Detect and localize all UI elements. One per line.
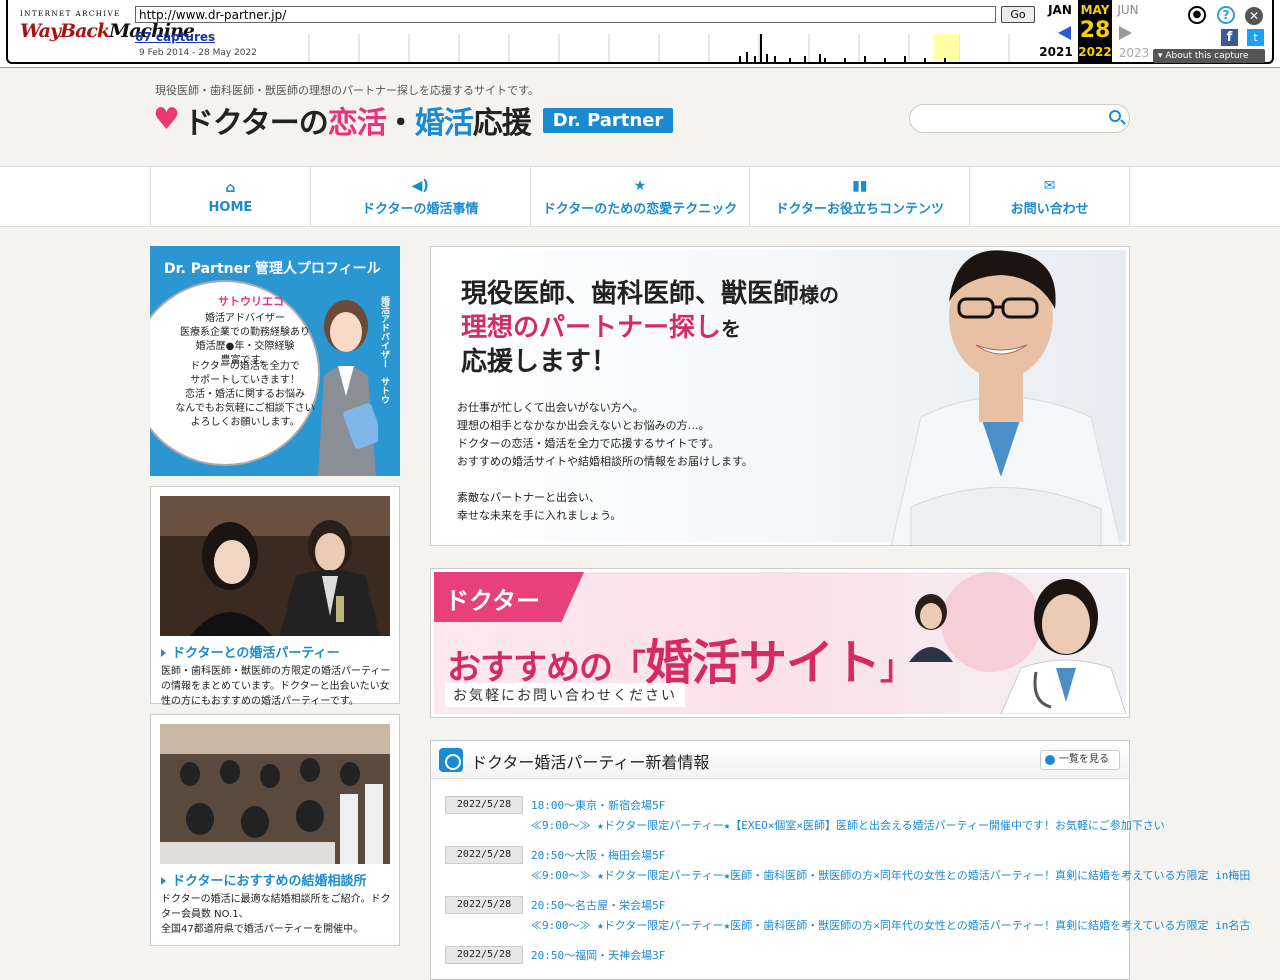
megaphone-icon: ◀)	[411, 177, 429, 194]
month-prev[interactable]: JAN	[1040, 3, 1080, 17]
news-venue-link[interactable]: 18:00～東京・新宿会場5F	[531, 797, 665, 813]
site-logo[interactable]: ♥ ドクターの恋活・婚活応援 Dr. Partner	[153, 100, 674, 141]
advisor-illustration	[318, 300, 378, 476]
profile-line: ドクターの婚活を全力で	[190, 361, 300, 372]
facebook-icon[interactable]: f	[1221, 29, 1238, 46]
capture-range: 9 Feb 2014 - 28 May 2022	[139, 48, 257, 58]
logo-badge: Dr. Partner	[542, 107, 674, 133]
search-input[interactable]	[918, 105, 1108, 132]
news-header: ドクター婚活パーティー新着情報 一覧を見る	[431, 741, 1129, 779]
profile-name: サトウリエコ	[218, 295, 284, 308]
profile-line: よろしくお願いします。	[190, 417, 300, 428]
news-badge-icon	[439, 748, 463, 772]
news-more-button[interactable]: 一覧を見る	[1040, 750, 1120, 770]
party-photo	[160, 496, 390, 636]
hero-paragraph-1: お仕事が忙しくて出会いがない方へ。 理想の相手となかなか出会えないとお悩みの方…。…	[457, 401, 753, 468]
agency-event-photo	[160, 724, 390, 864]
nav-label: お問い合わせ	[1010, 201, 1089, 217]
profile-title: Dr. Partner 管理人プロフィール	[164, 261, 381, 277]
profile-line: 婚活歴●年・交際経験	[195, 341, 295, 352]
party-news-box: ドクター婚活パーティー新着情報 一覧を見る 2022/5/28 18:00～東京…	[430, 740, 1250, 980]
mail-icon: ✉	[1043, 177, 1056, 194]
year-next[interactable]: 2023	[1114, 46, 1154, 60]
wayback-logo-main: WayBack	[20, 20, 110, 42]
profile-line: 婚活アドバイザー	[205, 313, 285, 324]
global-nav: ⌂ HOME ◀) ドクターの婚活事情 ★ ドクターのための恋愛テクニック ▮▮…	[0, 166, 1280, 227]
news-venue-link[interactable]: 20:50～福岡・天神会場3F	[531, 947, 665, 963]
capture-sparkline[interactable]	[284, 34, 1034, 62]
next-capture-arrow-icon[interactable]	[1119, 26, 1132, 40]
news-date: 2022/5/28	[445, 796, 523, 814]
profile-vertical-label: 婚活アドバイザー サトウ	[379, 296, 389, 404]
recommended-site-banner[interactable]: ドクター おすすめの「婚活サイト」 お気軽にお問い合わせください	[430, 568, 1130, 718]
banner-subtext: お気軽にお問い合わせください	[445, 683, 685, 707]
party-card[interactable]: ドクターとの婚活パーティー 医師・歯科医師・獣医師の方限定の婚活パーティーの情報…	[150, 486, 400, 707]
wayback-logo-top: INTERNET ARCHIVE	[20, 10, 121, 18]
help-icon[interactable]: ?	[1217, 6, 1235, 24]
heart-pulse-icon: ♥	[153, 102, 180, 137]
nav-label: ドクターお役立ちコンテンツ	[775, 201, 945, 217]
news-detail-link[interactable]: ≪9:00～≫ ★ドクター限定パーティー★医師・歯科医師・獣医師の方×同年代の女…	[531, 917, 1250, 933]
news-venue-link[interactable]: 20:50～大阪・梅田会場5F	[531, 847, 665, 863]
nav-renai-technique[interactable]: ★ ドクターのための恋愛テクニック	[531, 167, 751, 227]
year-current: 2022	[1078, 45, 1112, 59]
wayback-go-button[interactable]: Go	[1001, 6, 1035, 23]
news-detail-link[interactable]: ≪9:00～≫ ★ドクター限定パーティー★【EXEO×個室×医師】医師と出会える…	[531, 817, 1165, 833]
prev-capture-arrow-icon[interactable]	[1058, 26, 1071, 40]
party-card-title[interactable]: ドクターとの婚活パーティー	[161, 642, 340, 661]
home-icon: ⌂	[225, 179, 236, 196]
wayback-toolbar: INTERNET ARCHIVE WayBackMachine Go 67 ca…	[0, 0, 1280, 68]
banner-tag-text: ドクター	[445, 586, 541, 615]
about-capture-label: About this capture	[1165, 51, 1249, 61]
capture-day: 28	[1079, 18, 1111, 43]
star-icon: ★	[633, 177, 647, 194]
captures-link[interactable]: 67 captures	[135, 30, 215, 44]
party-card-text: 医師・歯科医師・獣医師の方限定の婚活パーティーの情報をまとめています。ドクターと…	[161, 666, 391, 707]
search-box	[909, 104, 1130, 133]
news-date: 2022/5/28	[445, 846, 523, 864]
user-icon[interactable]: ●	[1188, 6, 1206, 24]
banner-people-illustration	[909, 572, 1126, 714]
hero-headline-1: 現役医師、歯科医師、獣医師様の	[461, 279, 840, 309]
hero-banner: 現役医師、歯科医師、獣医師様の 理想のパートナー探しを 応援します！ お仕事が忙…	[430, 246, 1130, 546]
admin-profile-banner[interactable]: Dr. Partner 管理人プロフィール サトウリエコ 婚活アドバイザー 医療…	[150, 246, 400, 476]
news-date: 2022/5/28	[445, 946, 523, 964]
book-icon: ▮▮	[852, 177, 868, 194]
logo-text: ドクターの恋活・婚活応援	[183, 106, 532, 141]
close-icon[interactable]: ✕	[1245, 7, 1263, 25]
nav-contact[interactable]: ✉ お問い合わせ	[970, 167, 1131, 227]
nav-konkatsu-jijo[interactable]: ◀) ドクターの婚活事情	[311, 167, 531, 227]
year-prev[interactable]: 2021	[1036, 45, 1076, 59]
twitter-icon[interactable]: t	[1247, 29, 1264, 46]
news-detail-link[interactable]: ≪9:00～≫ ★ドクター限定パーティー★医師・歯科医師・獣医師の方×同年代の女…	[531, 867, 1250, 883]
month-next[interactable]: JUN	[1108, 3, 1148, 17]
news-title: ドクター婚活パーティー新着情報	[471, 753, 710, 772]
about-capture-button[interactable]: ▾ About this capture	[1153, 49, 1265, 63]
site-tagline: 現役医師・歯科医師・獣医師の理想のパートナー探しを応援するサイトです。	[155, 84, 539, 97]
news-date: 2022/5/28	[445, 896, 523, 914]
profile-line: 恋活・婚活に関するお悩み	[185, 389, 305, 400]
hero-headline-3: 応援します！	[461, 347, 618, 377]
agency-card-text: ドクターの婚活に最適な結婚相談所をご紹介。ドクター会員数 NO.1、 全国47都道…	[161, 894, 391, 935]
search-icon[interactable]	[1109, 110, 1121, 122]
agency-card-title[interactable]: ドクターにおすすめの結婚相談所	[161, 870, 366, 889]
nav-useful-contents[interactable]: ▮▮ ドクターお役立ちコンテンツ	[750, 167, 971, 227]
nav-label: HOME	[208, 199, 253, 215]
marriage-agency-card[interactable]: ドクターにおすすめの結婚相談所 ドクターの婚活に最適な結婚相談所をご紹介。ドクタ…	[150, 714, 400, 946]
profile-line: なんでもお気軽にご相談下さい	[175, 403, 315, 414]
nav-home[interactable]: ⌂ HOME	[151, 167, 311, 227]
news-venue-link[interactable]: 20:50～名古屋・栄会場5F	[531, 897, 665, 913]
hero-paragraph-2: 素敵なパートナーと出会い、 幸せな未来を手に入れましょう。	[457, 491, 622, 522]
hero-headline-2: 理想のパートナー探しを	[461, 313, 742, 343]
nav-label: ドクターの婚活事情	[361, 201, 479, 217]
nav-label: ドクターのための恋愛テクニック	[542, 201, 738, 217]
wayback-url-input[interactable]	[135, 6, 996, 23]
profile-line: 医療系企業での勤務経験あり	[180, 327, 310, 338]
profile-line: サポートしていきます！	[190, 375, 300, 386]
doctor-illustration	[890, 250, 1122, 545]
